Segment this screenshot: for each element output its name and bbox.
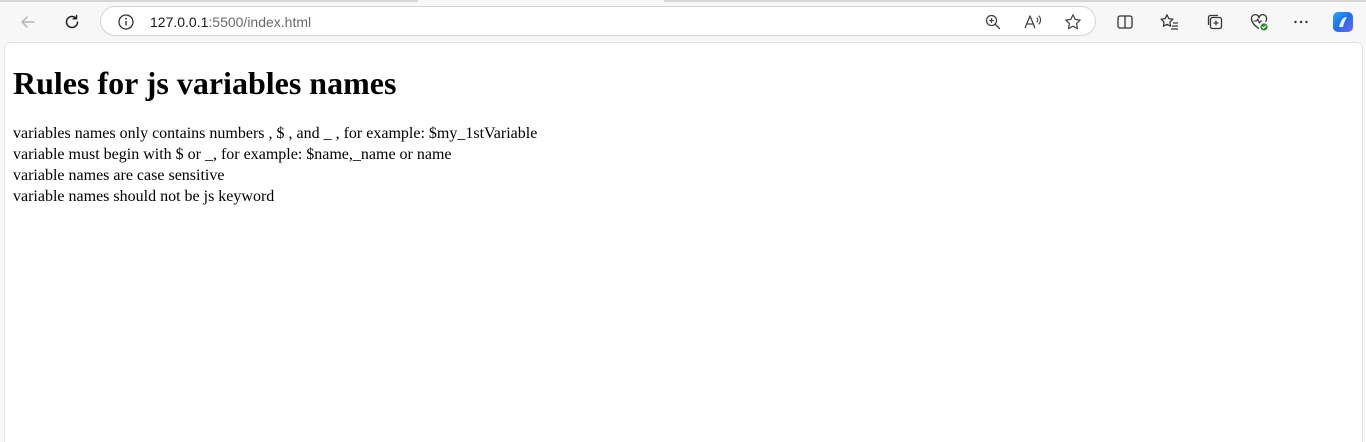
url-host: 127.0.0.1 <box>150 14 209 30</box>
browser-toolbar: 127.0.0.1:5500/index.html <box>0 0 1366 42</box>
url-text[interactable]: 127.0.0.1:5500/index.html <box>150 13 311 31</box>
refresh-button[interactable] <box>57 7 87 37</box>
copilot-button[interactable] <box>1328 7 1358 37</box>
zoom-button[interactable] <box>983 12 1003 32</box>
browser-essentials-button[interactable] <box>1244 7 1274 37</box>
refresh-icon <box>65 14 79 29</box>
read-aloud-button[interactable] <box>1023 12 1043 32</box>
rule-line: variable names should not be js keyword <box>13 188 275 205</box>
arrow-left-icon <box>21 16 35 28</box>
star-icon <box>1065 14 1081 30</box>
rule-line: variable names are case sensitive <box>13 167 225 184</box>
split-screen-button[interactable] <box>1110 7 1140 37</box>
tab-edge <box>664 0 1366 2</box>
collections-button[interactable] <box>1200 7 1230 37</box>
copilot-icon <box>1333 12 1353 32</box>
page-viewport: Rules for js variables names variables n… <box>4 42 1363 442</box>
page-title: Rules for js variables names <box>13 65 397 101</box>
more-menu-button[interactable] <box>1286 7 1316 37</box>
zoom-in-icon <box>985 14 1001 30</box>
address-bar[interactable]: 127.0.0.1:5500/index.html <box>100 6 1096 36</box>
heart-pulse-icon <box>1250 14 1268 31</box>
tab-edge <box>0 0 418 2</box>
back-button[interactable] <box>13 7 43 37</box>
rule-line: variable must begin with $ or _, for exa… <box>13 146 452 163</box>
collections-icon <box>1207 14 1223 30</box>
info-icon[interactable] <box>117 13 135 31</box>
favorites-list-icon <box>1160 14 1178 30</box>
url-path: :5500/index.html <box>208 14 312 30</box>
rule-line: variables names only contains numbers , … <box>13 125 538 142</box>
split-screen-icon <box>1117 15 1133 29</box>
ellipsis-icon <box>1294 20 1308 24</box>
favorites-button[interactable] <box>1155 7 1185 37</box>
favorite-star-button[interactable] <box>1063 12 1083 32</box>
page-content: Rules for js variables names variables n… <box>13 43 537 207</box>
read-aloud-icon <box>1024 15 1042 29</box>
